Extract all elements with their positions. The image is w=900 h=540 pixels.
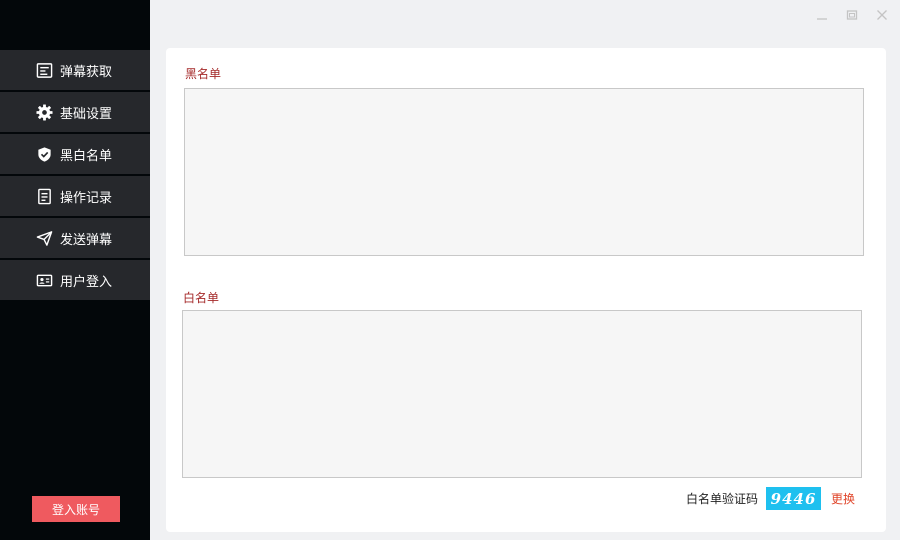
sidebar-item-send-danmaku[interactable]: 发送弹幕 bbox=[0, 218, 150, 258]
sidebar-item-danmaku-fetch[interactable]: 弹幕获取 bbox=[0, 50, 150, 90]
sidebar-item-user-login[interactable]: 用户登入 bbox=[0, 260, 150, 300]
captcha-label: 白名单验证码 bbox=[686, 492, 759, 506]
gear-icon bbox=[35, 103, 53, 121]
captcha-refresh-link[interactable]: 更换 bbox=[831, 490, 855, 507]
close-icon bbox=[877, 10, 887, 20]
list-icon bbox=[35, 61, 53, 79]
maximize-icon bbox=[846, 10, 858, 20]
sidebar: 弹幕获取 基础设置 黑白名单 操作记录 发送弹幕 用户登入 登入账号 bbox=[0, 0, 150, 540]
black-white-list-panel: 黑名单 白名单 白名单验证码 9446 更换 bbox=[166, 48, 886, 532]
blacklist-label: 黑名单 bbox=[185, 67, 222, 81]
close-button[interactable] bbox=[872, 6, 892, 24]
captcha-code-image[interactable]: 9446 bbox=[766, 487, 822, 510]
sidebar-item-label: 基础设置 bbox=[60, 106, 113, 122]
sidebar-item-black-white-list[interactable]: 黑白名单 bbox=[0, 134, 150, 174]
document-icon bbox=[35, 187, 53, 205]
shield-icon bbox=[35, 145, 53, 163]
sidebar-item-operation-log[interactable]: 操作记录 bbox=[0, 176, 150, 216]
sidebar-item-label: 操作记录 bbox=[60, 190, 113, 206]
sidebar-item-label: 用户登入 bbox=[60, 274, 113, 290]
captcha-row: 白名单验证码 9446 更换 bbox=[686, 487, 855, 510]
sidebar-item-label: 弹幕获取 bbox=[60, 64, 113, 80]
maximize-button[interactable] bbox=[842, 6, 862, 24]
whitelist-textarea[interactable] bbox=[182, 310, 862, 478]
sidebar-nav: 弹幕获取 基础设置 黑白名单 操作记录 发送弹幕 用户登入 bbox=[0, 50, 150, 302]
login-account-button[interactable]: 登入账号 bbox=[32, 496, 120, 522]
sidebar-item-label: 黑白名单 bbox=[60, 148, 113, 164]
blacklist-textarea[interactable] bbox=[184, 88, 864, 256]
window-controls bbox=[812, 6, 892, 24]
sidebar-item-basic-settings[interactable]: 基础设置 bbox=[0, 92, 150, 132]
id-card-icon bbox=[35, 271, 53, 289]
sidebar-item-label: 发送弹幕 bbox=[60, 232, 113, 248]
paper-plane-icon bbox=[35, 229, 53, 247]
minimize-icon bbox=[817, 18, 827, 20]
whitelist-label: 白名单 bbox=[183, 291, 220, 305]
minimize-button[interactable] bbox=[812, 6, 832, 24]
